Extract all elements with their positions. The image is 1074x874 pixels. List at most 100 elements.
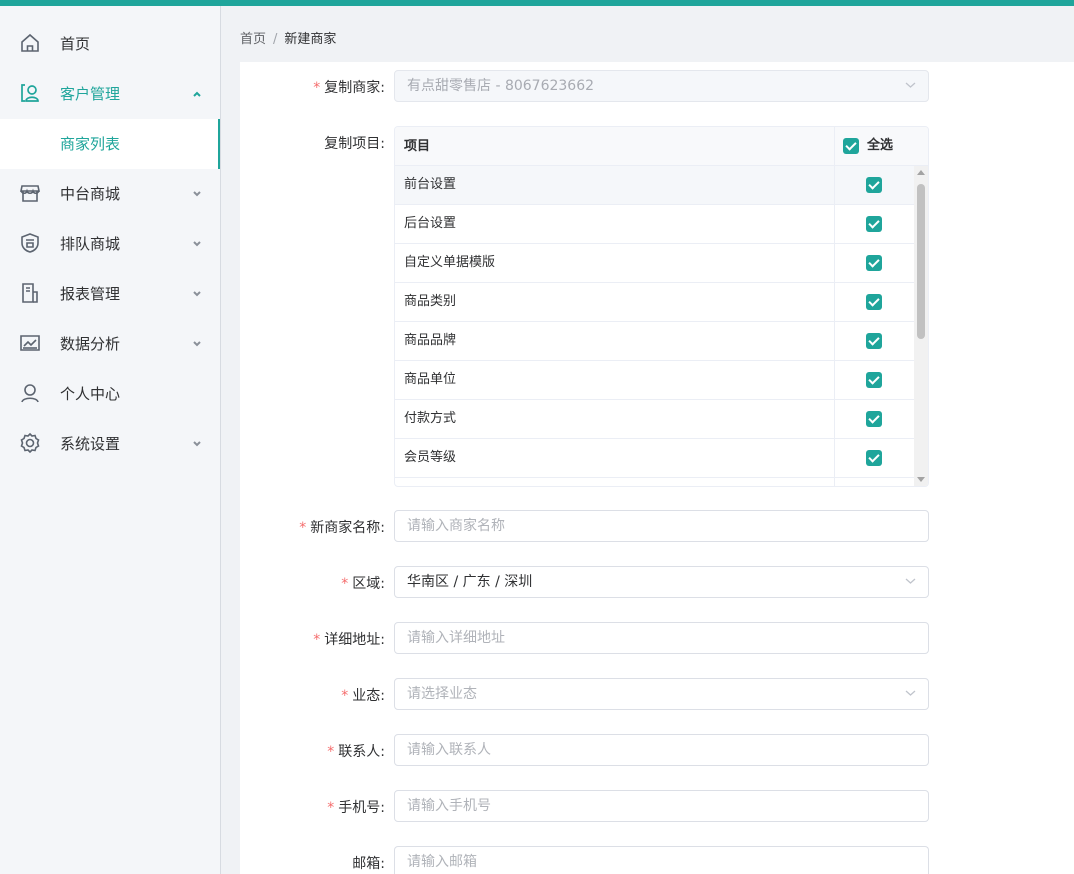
- contact-label: * 联系人:: [327, 744, 385, 760]
- chevron-down-icon: [193, 341, 201, 347]
- sidebar-item-label: 客户管理: [60, 85, 121, 103]
- sidebar-item-mid-mall[interactable]: 中台商城: [0, 169, 220, 219]
- copy-items-label: 复制项目:: [324, 136, 385, 152]
- email-label: 邮箱:: [352, 856, 385, 872]
- sidebar-item-customer-management[interactable]: 客户管理: [0, 69, 220, 119]
- select-all-checkbox[interactable]: [843, 138, 859, 154]
- address-field[interactable]: [394, 622, 929, 654]
- row-checkbox[interactable]: [866, 177, 882, 193]
- row-checkbox[interactable]: [866, 255, 882, 271]
- gear-icon: [20, 432, 40, 454]
- copy-merchant-value: 有点甜零售店 - 8067623662: [407, 78, 595, 94]
- row-label: 商品类别: [404, 294, 457, 309]
- sidebar-item-label: 首页: [60, 35, 91, 53]
- row-label: 自定义单据模版: [404, 255, 496, 270]
- sidebar-item-label: 报表管理: [60, 285, 121, 303]
- merchant-name-label: * 新商家名称:: [299, 520, 385, 536]
- row-checkbox[interactable]: [866, 450, 882, 466]
- store-icon: [20, 185, 40, 202]
- sidebar-item-label: 商家列表: [60, 135, 121, 153]
- region-label: * 区域:: [341, 576, 385, 592]
- scrollbar-thumb[interactable]: [917, 184, 925, 339]
- chevron-down-icon: [193, 191, 201, 197]
- merchant-name-field[interactable]: [394, 510, 929, 542]
- address-label: * 详细地址:: [313, 632, 385, 648]
- sidebar-item-personal-center[interactable]: 个人中心: [0, 369, 220, 419]
- required-mark: *: [327, 744, 335, 760]
- shield-icon: [21, 233, 39, 253]
- email-field[interactable]: [394, 846, 929, 874]
- required-mark: *: [341, 576, 349, 592]
- row-label: 前台设置: [404, 177, 457, 192]
- copy-items-table: 项目 全选 前台设置 后台设置 自定义单据模版 商品类别 商品品牌 商品单位 付…: [394, 126, 929, 487]
- column-header-item: 项目: [404, 139, 431, 154]
- breadcrumb: 首页 / 新建商家: [240, 28, 336, 47]
- customer-icon: [21, 84, 39, 102]
- required-mark: *: [313, 80, 321, 96]
- select-all[interactable]: 全选: [843, 138, 893, 154]
- chevron-down-icon: [193, 441, 201, 447]
- table-scrollbar[interactable]: [914, 166, 928, 486]
- table-body: 前台设置 后台设置 自定义单据模版 商品类别 商品品牌 商品单位 付款方式 会员…: [395, 166, 914, 486]
- table-row[interactable]: 商品类别: [395, 283, 914, 322]
- phone-label: * 手机号:: [327, 800, 385, 816]
- contact-field[interactable]: [394, 734, 929, 766]
- home-icon: [21, 33, 39, 52]
- table-row[interactable]: 商品单位: [395, 361, 914, 400]
- row-label: 商品品牌: [404, 333, 457, 348]
- email-input[interactable]: [407, 847, 916, 874]
- scroll-down-icon[interactable]: [917, 477, 925, 482]
- region-select[interactable]: 华南区 / 广东 / 深圳: [394, 566, 929, 598]
- contact-input[interactable]: [407, 735, 916, 765]
- chevron-up-icon: [193, 91, 201, 97]
- merchant-name-input[interactable]: [407, 511, 916, 541]
- table-row[interactable]: 会员等级: [395, 439, 914, 478]
- sidebar-item-queue-mall[interactable]: 排队商城: [0, 219, 220, 269]
- table-row[interactable]: 自定义单据模版: [395, 244, 914, 283]
- row-checkbox[interactable]: [866, 294, 882, 310]
- breadcrumb-home[interactable]: 首页: [240, 32, 266, 47]
- chevron-down-icon: [905, 82, 916, 88]
- report-icon: [22, 283, 38, 303]
- sidebar-item-data-analysis[interactable]: 数据分析: [0, 319, 220, 369]
- table-row[interactable]: 付款方式: [395, 400, 914, 439]
- row-label: 后台设置: [404, 216, 457, 231]
- table-row[interactable]: 前台设置: [395, 166, 914, 205]
- scroll-up-icon[interactable]: [917, 170, 925, 175]
- region-value: 华南区 / 广东 / 深圳: [407, 574, 533, 590]
- phone-input[interactable]: [407, 791, 916, 821]
- business-type-select[interactable]: 请选择业态: [394, 678, 929, 710]
- copy-merchant-label: * 复制商家:: [313, 80, 385, 96]
- required-mark: *: [341, 688, 349, 704]
- phone-field[interactable]: [394, 790, 929, 822]
- table-row[interactable]: 后台设置: [395, 205, 914, 244]
- row-checkbox[interactable]: [866, 333, 882, 349]
- business-type-label: * 业态:: [341, 688, 385, 704]
- row-checkbox[interactable]: [866, 372, 882, 388]
- sidebar-item-label: 数据分析: [60, 335, 121, 353]
- select-all-label: 全选: [867, 138, 894, 153]
- table-row[interactable]: 商品品牌: [395, 322, 914, 361]
- row-checkbox[interactable]: [866, 411, 882, 427]
- sidebar-item-system-settings[interactable]: 系统设置: [0, 419, 220, 469]
- chevron-down-icon: [905, 690, 916, 696]
- row-checkbox[interactable]: [866, 216, 882, 232]
- table-row[interactable]: [395, 478, 914, 486]
- address-input[interactable]: [407, 623, 916, 653]
- required-mark: *: [313, 632, 321, 648]
- main-panel: * 复制商家: 有点甜零售店 - 8067623662 复制项目: 项目 全选 前…: [240, 62, 1074, 874]
- sidebar-item-home[interactable]: 首页: [0, 19, 220, 69]
- copy-merchant-select[interactable]: 有点甜零售店 - 8067623662: [394, 70, 929, 102]
- row-label: 会员等级: [404, 450, 457, 465]
- chevron-down-icon: [193, 241, 201, 247]
- sidebar-item-label: 排队商城: [60, 235, 121, 253]
- row-label: 付款方式: [404, 411, 457, 426]
- user-icon: [21, 384, 39, 403]
- sidebar-item-report-management[interactable]: 报表管理: [0, 269, 220, 319]
- breadcrumb-separator: /: [273, 32, 278, 47]
- breadcrumb-current: 新建商家: [284, 32, 337, 47]
- business-type-placeholder: 请选择业态: [407, 686, 477, 702]
- sidebar-item-label: 中台商城: [60, 185, 121, 203]
- required-mark: *: [299, 520, 307, 536]
- sidebar-item-merchant-list[interactable]: 商家列表: [0, 119, 220, 169]
